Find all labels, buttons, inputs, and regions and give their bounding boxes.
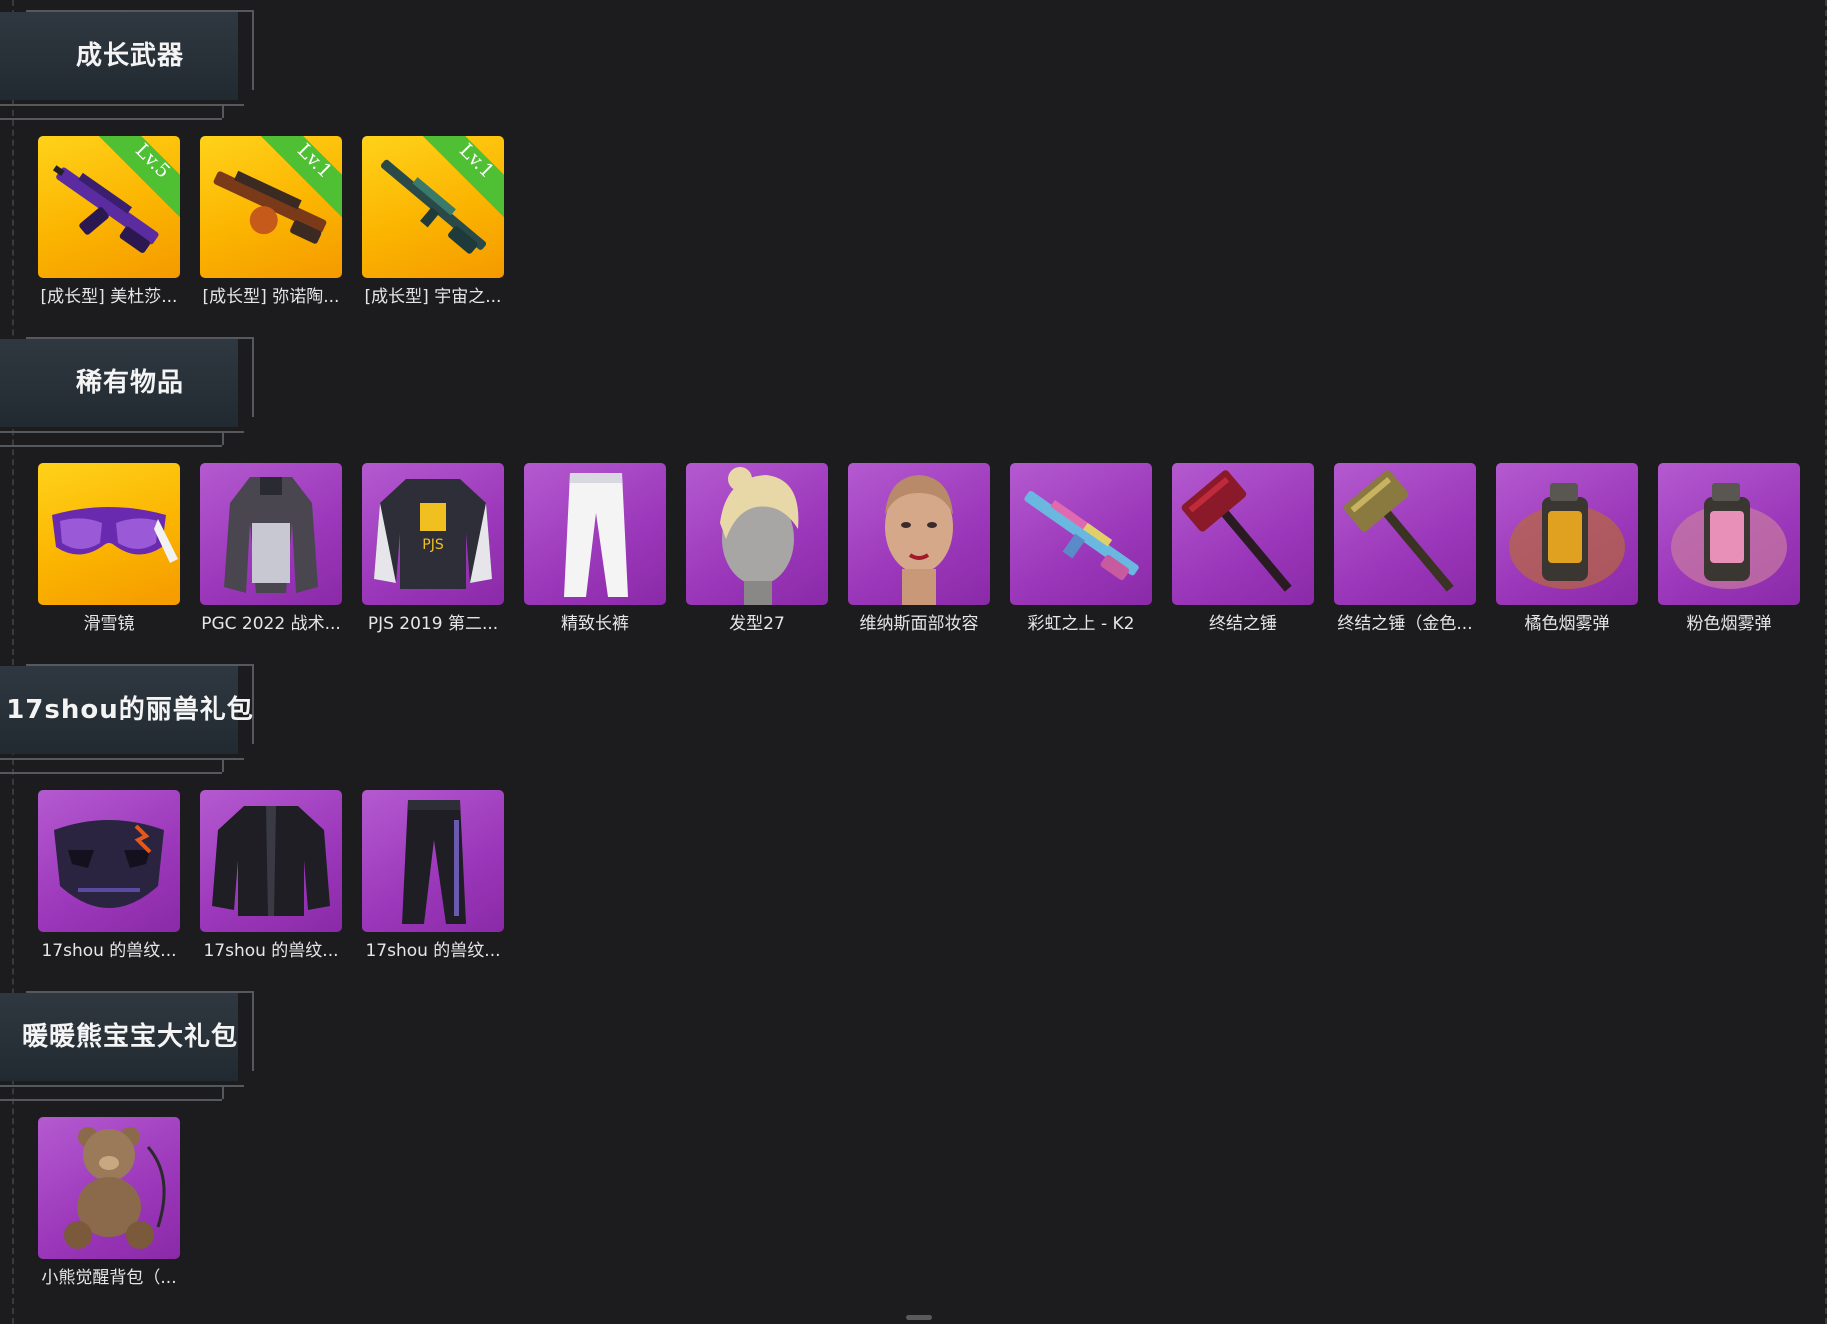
- item-tile[interactable]: [686, 463, 828, 605]
- item-label: 滑雪镜: [83, 614, 135, 634]
- section-title: 稀有物品: [75, 368, 184, 398]
- hammer-icon: [1181, 470, 1292, 592]
- item-card[interactable]: 彩虹之上 - K2: [1010, 463, 1152, 643]
- item-label: PGC 2022 战术...: [201, 614, 341, 634]
- item-card[interactable]: 小熊觉醒背包（...: [38, 1117, 180, 1297]
- item-tile[interactable]: [524, 463, 666, 605]
- item-tile[interactable]: [38, 1117, 180, 1259]
- item-tile[interactable]: [38, 463, 180, 605]
- item-label: PJS 2019 第二...: [367, 614, 499, 634]
- item-label: 17shou 的兽纹...: [203, 941, 339, 961]
- rifle-icon: [1024, 491, 1139, 581]
- goggles-icon: [52, 507, 178, 563]
- item-card[interactable]: PJS PJS 2019 第二...: [362, 463, 504, 643]
- item-card[interactable]: Lv.5 [成长型] 美杜莎...: [38, 136, 180, 316]
- item-tile[interactable]: [1496, 463, 1638, 605]
- item-tile[interactable]: Lv.1: [362, 136, 504, 278]
- item-label: 粉色烟雾弹: [1686, 614, 1772, 634]
- section-title: 17shou的丽兽礼包: [6, 695, 254, 725]
- item-tile[interactable]: PJS: [362, 463, 504, 605]
- item-label: 终结之锤: [1209, 614, 1277, 634]
- item-label: 小熊觉醒背包（...: [41, 1268, 177, 1288]
- pants-icon: [402, 800, 466, 924]
- jacket-icon: [212, 806, 330, 916]
- item-label: [成长型] 美杜莎...: [40, 287, 178, 307]
- section-title: 成长武器: [75, 41, 184, 71]
- scroll-indicator[interactable]: [906, 1315, 932, 1320]
- item-label: 17shou 的兽纹...: [365, 941, 501, 961]
- item-tile[interactable]: [200, 790, 342, 932]
- item-card[interactable]: 17shou 的兽纹...: [200, 790, 342, 970]
- item-tile[interactable]: [362, 790, 504, 932]
- item-tile[interactable]: [38, 790, 180, 932]
- item-card[interactable]: Lv.1 [成长型] 宇宙之...: [362, 136, 504, 316]
- item-card[interactable]: 滑雪镜: [38, 463, 180, 643]
- section-header: 成长武器: [0, 0, 260, 120]
- section-header: 暖暖熊宝宝大礼包: [0, 981, 260, 1101]
- mask-icon: [54, 820, 164, 908]
- item-label: 精致长裤: [561, 614, 629, 634]
- item-label: [成长型] 宇宙之...: [364, 287, 502, 307]
- teddy-bear-icon: [64, 1127, 166, 1249]
- item-card[interactable]: Lv.1 [成长型] 弥诺陶...: [200, 136, 342, 316]
- item-tile[interactable]: Lv.1: [200, 136, 342, 278]
- item-card[interactable]: 终结之锤（金色...: [1334, 463, 1476, 643]
- item-label: 橘色烟雾弹: [1524, 614, 1610, 634]
- hairstyle-icon: [720, 467, 799, 605]
- item-card[interactable]: 17shou 的兽纹...: [362, 790, 504, 970]
- item-label: 发型27: [729, 614, 785, 634]
- item-card[interactable]: 粉色烟雾弹: [1658, 463, 1800, 643]
- item-label: 终结之锤（金色...: [1337, 614, 1473, 634]
- grenade-icon: [1671, 483, 1787, 589]
- face-icon: [885, 475, 953, 605]
- item-card[interactable]: 17shou 的兽纹...: [38, 790, 180, 970]
- hammer-icon: [1343, 470, 1454, 592]
- pants-icon: [564, 473, 628, 597]
- item-card[interactable]: 精致长裤: [524, 463, 666, 643]
- item-tile[interactable]: [848, 463, 990, 605]
- item-card[interactable]: 橘色烟雾弹: [1496, 463, 1638, 643]
- item-card[interactable]: 维纳斯面部妆容: [848, 463, 990, 643]
- item-tile[interactable]: Lv.5: [38, 136, 180, 278]
- item-label: [成长型] 弥诺陶...: [202, 287, 340, 307]
- item-card[interactable]: 发型27: [686, 463, 828, 643]
- item-tile[interactable]: [1334, 463, 1476, 605]
- jacket-icon: PJS: [374, 479, 492, 589]
- grenade-icon: [1509, 483, 1625, 589]
- item-tile[interactable]: [1172, 463, 1314, 605]
- svg-text:PJS: PJS: [422, 537, 444, 553]
- item-label: 维纳斯面部妆容: [859, 614, 979, 634]
- item-card[interactable]: PGC 2022 战术...: [200, 463, 342, 643]
- section-header: 稀有物品: [0, 327, 260, 447]
- section-header: 17shou的丽兽礼包: [0, 654, 260, 774]
- inventory-page: 成长武器 Lv.5 [成长型] 美杜莎... Lv.1 [成长型] 弥诺陶...…: [0, 0, 1827, 1324]
- item-tile[interactable]: [200, 463, 342, 605]
- item-tile[interactable]: [1010, 463, 1152, 605]
- item-tile[interactable]: [1658, 463, 1800, 605]
- item-label: 17shou 的兽纹...: [41, 941, 177, 961]
- section-title: 暖暖熊宝宝大礼包: [21, 1022, 238, 1052]
- coat-icon: [224, 477, 318, 593]
- item-label: 彩虹之上 - K2: [1027, 614, 1135, 634]
- item-card[interactable]: 终结之锤: [1172, 463, 1314, 643]
